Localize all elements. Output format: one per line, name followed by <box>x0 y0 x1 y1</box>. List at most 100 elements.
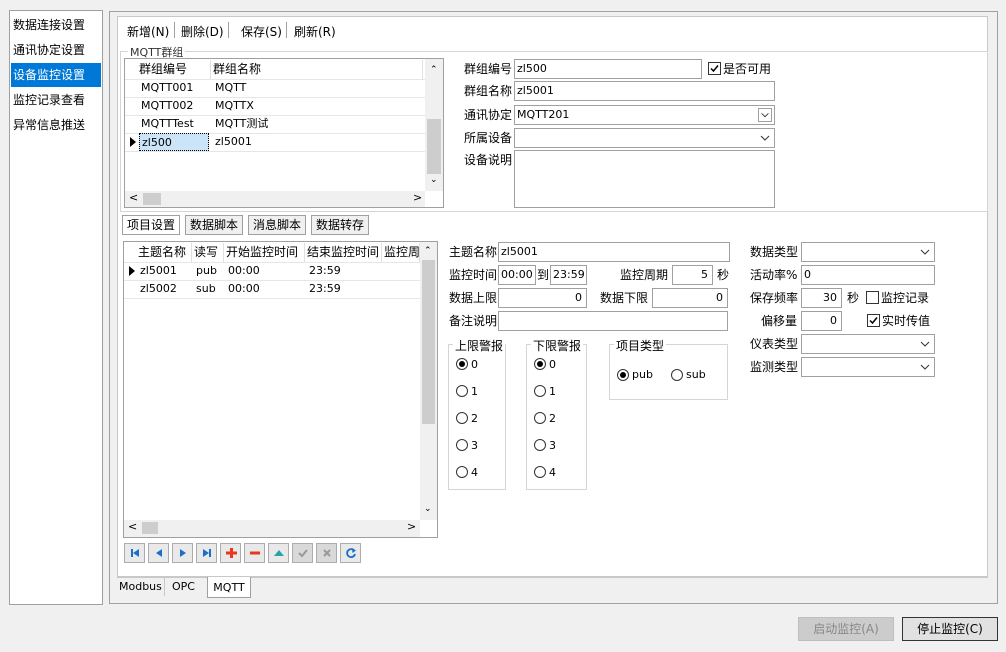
group-id-cell[interactable]: MQTT001 <box>139 79 209 97</box>
scroll-down-icon[interactable]: ⌄ <box>424 504 432 514</box>
group-name-cell[interactable]: MQTT测试 <box>213 115 423 133</box>
refresh-button[interactable]: 刷新(R) <box>294 23 336 40</box>
desc-field[interactable] <box>514 150 775 208</box>
group-name-field[interactable]: zl5001 <box>514 81 775 101</box>
enabled-checkbox[interactable] <box>708 62 721 75</box>
protocol-select[interactable]: MQTT201 <box>514 105 775 125</box>
col-header-topic[interactable]: 主题名称 <box>136 243 192 262</box>
item-type-radio-sub[interactable] <box>671 369 683 381</box>
detect-type-select[interactable] <box>801 357 935 377</box>
scroll-down-icon[interactable]: ⌄ <box>430 175 438 185</box>
nav-item-monitor-records[interactable]: 监控记录查看 <box>11 88 101 112</box>
start-time-cell[interactable]: 00:00 <box>226 280 305 298</box>
offset-field[interactable]: 0 <box>801 311 842 331</box>
last-record-button[interactable] <box>196 543 217 563</box>
lower-alarm-radio-3[interactable] <box>534 439 546 451</box>
tab-data-script[interactable]: 数据脚本 <box>185 215 244 235</box>
tab-modbus[interactable]: Modbus <box>119 580 162 593</box>
group-id-field[interactable]: zl500 <box>514 59 702 79</box>
scroll-up-icon[interactable]: ⌃ <box>424 246 432 256</box>
group-name-cell[interactable]: zl5001 <box>213 133 423 151</box>
col-header-group-id[interactable]: 群组编号 <box>137 60 211 79</box>
delete-button[interactable]: 删除(D) <box>181 23 224 40</box>
start-time-cell[interactable]: 00:00 <box>226 262 305 280</box>
insert-record-button[interactable] <box>220 543 241 563</box>
topic-cell[interactable]: zl5002 <box>138 280 192 298</box>
group-name-cell[interactable]: MQTT <box>213 79 423 97</box>
group-id-cell[interactable]: zl500 <box>139 133 209 151</box>
scroll-thumb[interactable] <box>143 193 161 205</box>
realtime-checkbox[interactable] <box>867 314 880 327</box>
time-from-field[interactable]: 00:00 <box>498 265 536 285</box>
upper-alarm-radio-4[interactable] <box>456 466 468 478</box>
active-rate-field[interactable]: 0 <box>801 265 935 285</box>
upper-alarm-radio-3[interactable] <box>456 439 468 451</box>
end-time-cell[interactable]: 23:59 <box>307 262 382 280</box>
scroll-left-icon[interactable]: < <box>128 520 137 533</box>
monitor-record-checkbox[interactable] <box>866 291 879 304</box>
lower-alarm-radio-4[interactable] <box>534 466 546 478</box>
upper-alarm-radio-2[interactable] <box>456 412 468 424</box>
scroll-right-icon[interactable]: > <box>413 191 422 204</box>
group-horizontal-scrollbar[interactable]: < > <box>125 191 425 207</box>
scroll-thumb[interactable] <box>422 260 435 424</box>
col-header-period[interactable]: 监控周 <box>382 243 420 262</box>
items-horizontal-scrollbar[interactable]: < > <box>124 520 420 537</box>
scroll-thumb[interactable] <box>142 522 158 534</box>
period-field[interactable]: 5 <box>672 265 713 285</box>
chevron-down-icon[interactable] <box>758 131 772 145</box>
tab-opc[interactable]: OPC <box>172 580 195 593</box>
scroll-thumb[interactable] <box>427 119 441 174</box>
tab-data-transfer[interactable]: 数据转存 <box>311 215 370 235</box>
chevron-down-icon[interactable] <box>918 245 932 259</box>
group-id-cell[interactable]: MQTT002 <box>139 97 209 115</box>
col-header-rw[interactable]: 读写 <box>192 243 224 262</box>
cancel-record-button[interactable] <box>316 543 337 563</box>
first-record-button[interactable] <box>124 543 145 563</box>
scroll-up-icon[interactable]: ⌃ <box>430 65 438 75</box>
meter-type-select[interactable] <box>801 334 935 354</box>
col-header-start-time[interactable]: 开始监控时间 <box>224 243 305 262</box>
group-grid[interactable]: 群组编号 群组名称 MQTT001 MQTT MQTT002 MQTTX MQT… <box>124 58 444 208</box>
prev-record-button[interactable] <box>148 543 169 563</box>
add-button[interactable]: 新增(N) <box>127 23 169 40</box>
nav-item-protocol[interactable]: 通讯协定设置 <box>11 38 101 62</box>
nav-item-alert-push[interactable]: 异常信息推送 <box>11 113 101 137</box>
next-record-button[interactable] <box>172 543 193 563</box>
chevron-down-icon[interactable] <box>758 108 772 122</box>
post-record-button[interactable] <box>292 543 313 563</box>
scroll-left-icon[interactable]: < <box>129 191 138 204</box>
item-type-radio-pub[interactable] <box>617 369 629 381</box>
items-grid[interactable]: 主题名称 读写 开始监控时间 结束监控时间 监控周 zl5001 pub 00:… <box>123 241 438 538</box>
chevron-down-icon[interactable] <box>918 337 932 351</box>
stop-monitor-button[interactable]: 停止监控(C) <box>902 617 998 641</box>
topic-cell[interactable]: zl5001 <box>138 262 192 280</box>
device-select[interactable] <box>514 128 775 148</box>
items-vertical-scrollbar[interactable]: ⌃ ⌄ <box>420 242 437 520</box>
upper-limit-field[interactable]: 0 <box>498 288 587 308</box>
lower-alarm-radio-1[interactable] <box>534 385 546 397</box>
group-id-cell[interactable]: MQTTTest <box>139 115 209 133</box>
upper-alarm-radio-0[interactable] <box>456 358 468 370</box>
col-header-group-name[interactable]: 群组名称 <box>211 60 423 79</box>
save-freq-field[interactable]: 30 <box>801 288 842 308</box>
rw-cell[interactable]: pub <box>194 262 224 280</box>
group-name-cell[interactable]: MQTTX <box>213 97 423 115</box>
lower-alarm-radio-0[interactable] <box>534 358 546 370</box>
edit-record-button[interactable] <box>268 543 289 563</box>
chevron-down-icon[interactable] <box>918 360 932 374</box>
end-time-cell[interactable]: 23:59 <box>307 280 382 298</box>
rw-cell[interactable]: sub <box>194 280 224 298</box>
scroll-right-icon[interactable]: > <box>407 520 416 533</box>
topic-field[interactable]: zl5001 <box>498 242 730 262</box>
datatype-select[interactable] <box>801 242 935 262</box>
upper-alarm-radio-1[interactable] <box>456 385 468 397</box>
group-vertical-scrollbar[interactable]: ⌃ ⌄ <box>425 59 443 191</box>
refresh-record-button[interactable] <box>340 543 361 563</box>
nav-item-device-monitor[interactable]: 设备监控设置 <box>11 63 101 87</box>
lower-limit-field[interactable]: 0 <box>652 288 728 308</box>
note-field[interactable] <box>498 311 728 331</box>
tab-mqtt[interactable]: MQTT <box>207 577 251 598</box>
time-to-field[interactable]: 23:59 <box>550 265 587 285</box>
nav-item-data-connection[interactable]: 数据连接设置 <box>11 13 101 37</box>
